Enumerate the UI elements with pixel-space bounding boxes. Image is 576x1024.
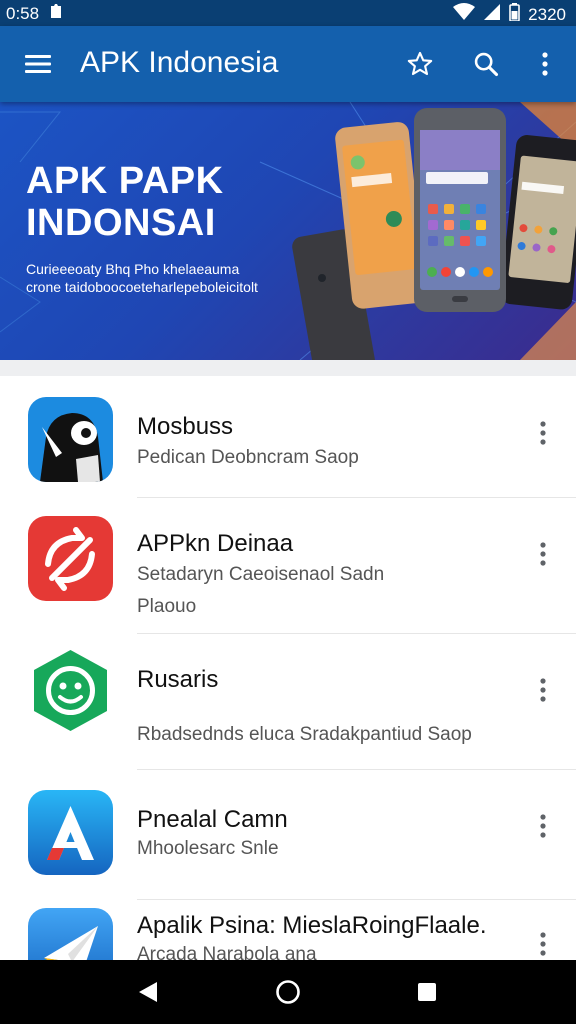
wifi-icon [453,3,476,26]
promo-banner[interactable]: APK PAPK INDONSAI Curieeeoaty Bhq Pho kh… [0,102,576,360]
app-list-item[interactable]: Mosbuss Pedican Deobncram Saop [0,376,576,498]
smile-gear-app-icon [28,648,113,733]
more-options-icon[interactable] [530,924,556,960]
more-options-icon[interactable] [530,806,556,846]
app-description: Pedican Deobncram Saop [137,447,359,468]
app-list-item[interactable]: APPkn Deinaa Setadaryn Caeoisenaol Sadn … [0,498,576,634]
app-bar: APK Indonesia [0,26,576,102]
status-bar: 0:58 2320 [0,0,576,26]
app-name: Mosbuss [137,413,234,440]
notification-icon [49,3,63,24]
menu-icon[interactable] [20,46,56,82]
system-navigation-bar [0,960,576,1024]
app-name: Apalik Psina: MieslaRoingFlaale. [137,912,487,939]
signal-icon [483,3,501,26]
app-list-item[interactable]: Apalik Psina: MieslaRoingFlaale. Arcada … [0,900,576,960]
back-icon[interactable] [128,972,168,1012]
banner-subtitle: Curieeeoaty Bhq Pho khelaeauma crone tai… [26,260,286,296]
app-description: Arcada Narabola ana [137,944,317,960]
more-options-icon[interactable] [530,413,556,453]
app-list-item[interactable]: Rusaris Rbadsednds eluca Sradakpantiud S… [0,634,576,770]
search-icon[interactable] [468,46,504,82]
app-description: Mhoolesarc Snle [137,838,279,859]
penguin-app-icon [28,397,113,482]
app-description: Rbadsednds eluca Sradakpantiud Saop [137,724,472,745]
home-icon[interactable] [268,972,308,1012]
app-description-line-2: Plaouo [137,596,197,617]
section-divider [0,360,576,376]
banner-subtitle-line-1: Curieeeoaty Bhq Pho khelaeauma [26,261,240,277]
status-right-text: 2320 [528,4,566,24]
recents-icon[interactable] [407,972,447,1012]
app-name: APPkn Deinaa [137,530,294,557]
paper-plane-app-icon [28,908,113,960]
app-description: Setadaryn Caeoisenaol Sadn [137,564,385,585]
app-name: Rusaris [137,666,219,693]
app-list-item[interactable]: Pnealal Camn Mhoolesarc Snle [0,770,576,900]
status-time: 0:58 [6,3,40,23]
banner-headline: APK PAPK INDONSAI [26,160,224,244]
more-options-icon[interactable] [530,670,556,710]
phone-graphic-4 [414,108,506,312]
battery-icon [509,3,520,26]
app-title: APK Indonesia [80,46,279,79]
banner-headline-line-1: APK PAPK [26,160,224,202]
phone-graphic-3 [500,135,576,310]
star-icon[interactable] [402,46,438,82]
more-options-icon[interactable] [530,534,556,574]
banner-subtitle-line-2: crone taidoboocoeteharlepeboleicitolt [26,279,258,295]
banner-headline-line-2: INDONSAI [26,202,216,244]
refresh-arrows-app-icon [28,516,113,601]
letter-a-app-icon [28,790,113,875]
app-name: Pnealal Camn [137,806,288,833]
app-list: Mosbuss Pedican Deobncram Saop APPkn Dei… [0,376,576,960]
overflow-menu-icon[interactable] [527,46,563,82]
